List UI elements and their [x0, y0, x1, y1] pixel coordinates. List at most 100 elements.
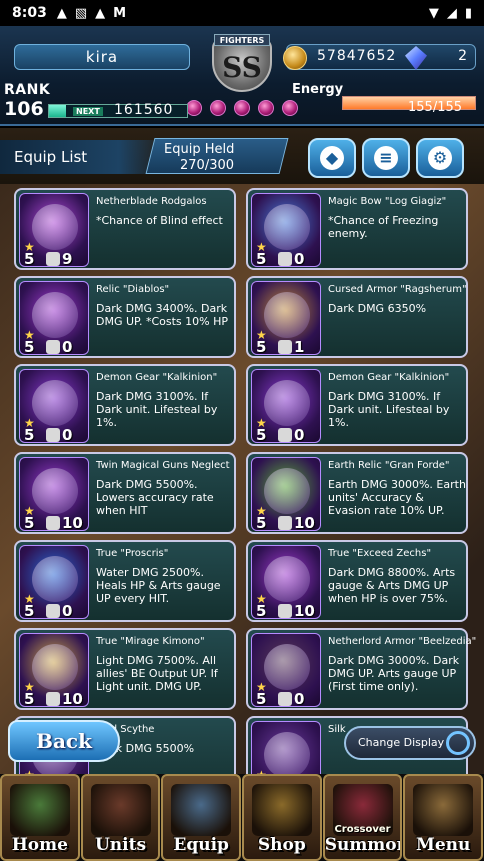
- equipment-grid[interactable]: ★ 5 9 Netherblade Rodgalos *Chance of Blind …: [0, 184, 484, 774]
- nav-label: Menu: [416, 835, 471, 855]
- equipment-name: True "Exceed Zechs": [328, 548, 432, 559]
- equipment-desc: Dark DMG 3100%. If Dark unit. Lifesteal …: [328, 390, 450, 429]
- rank-crest[interactable]: SS FIGHTERS: [186, 30, 298, 124]
- equipment-name: Cursed Armor "Ragsherum": [328, 284, 467, 295]
- nav-sublabel: Crossover: [334, 824, 391, 835]
- equipment-card[interactable]: ★ 5 9 Netherblade Rodgalos *Chance of Blind …: [14, 188, 236, 270]
- equipment-desc: Dark DMG 5500%. Lowers accuracy rate whe…: [96, 478, 214, 517]
- equip-held-label: Equip Held: [164, 142, 235, 157]
- equipment-count: 10: [62, 514, 83, 531]
- orb-icon: [186, 100, 202, 116]
- equipment-card[interactable]: ★ 5 0 Netherlord Armor "Beelzedia" Dark DMG …: [246, 628, 476, 710]
- rank-value: 106: [4, 98, 44, 120]
- equipment-rarity: 5: [24, 338, 35, 355]
- orb-icon: [210, 100, 226, 116]
- equipment-icon: [264, 644, 310, 690]
- equipment-type-icon: [278, 252, 292, 266]
- tag-button[interactable]: ◆: [308, 138, 356, 178]
- equipment-rarity: 5: [256, 514, 267, 531]
- equipment-card[interactable]: ★ 5 10 Twin Magical Guns Neglect Dark DMG 55…: [14, 452, 236, 534]
- equipment-card[interactable]: ★ 5 10 True "Exceed Zechs" Dark DMG 8800%. A…: [246, 540, 468, 622]
- equipment-type-icon: [278, 340, 292, 354]
- equipment-card[interactable]: ★ 5 0 Demon Gear "Kalkinion" Dark DMG 3100%.…: [14, 364, 236, 446]
- equipment-card[interactable]: ★ 5 10 Earth Relic "Gran Forde" Earth DMG 30…: [246, 452, 468, 534]
- status-bar: 8:03 ▲ ▧ ▲ M ▼ ◢ ▮: [0, 0, 484, 26]
- gmail-icon: M: [113, 5, 127, 21]
- equipment-rarity: 5: [24, 690, 35, 707]
- nav-equip[interactable]: Equip: [161, 774, 242, 861]
- equipment-type-icon: [278, 692, 292, 706]
- equipment-card[interactable]: ★ 5 0 True "Proscris" Water DMG 2500%. Heals…: [14, 540, 236, 622]
- status-time: 8:03: [12, 5, 47, 21]
- equipment-rarity: 5: [24, 426, 35, 443]
- equipment-name: Demon Gear "Kalkinion": [328, 372, 450, 383]
- gil-coin-icon: [283, 46, 307, 70]
- change-display-button[interactable]: Change Display: [344, 726, 476, 760]
- equipment-icon: [264, 292, 310, 338]
- nav-units-icon: [90, 784, 151, 836]
- filter-button[interactable]: ≡: [362, 138, 410, 178]
- equip-list-title: Equip List: [0, 140, 170, 174]
- equipment-desc: Light DMG 7500%. All allies' BE Output U…: [96, 654, 218, 693]
- equipment-art: ★ 5 10: [19, 633, 89, 707]
- equipment-art: ★ 5 10: [19, 457, 89, 531]
- equipment-desc: Dark DMG 8800%. Arts gauge & Arts DMG UP…: [328, 566, 456, 605]
- filter-icon: ≡: [374, 146, 398, 170]
- orb-icon: [234, 100, 250, 116]
- equipment-card[interactable]: ★ 5 0 Relic "Diablos" Dark DMG 3400%. Dark D…: [14, 276, 236, 358]
- equipment-icon: [264, 468, 310, 514]
- equipment-icon: [264, 380, 310, 426]
- nav-shop[interactable]: Shop: [242, 774, 322, 861]
- currency-bar[interactable]: 57847652 2: [283, 44, 476, 70]
- no-sim-icon: ▧: [74, 5, 88, 21]
- equipment-count: 9: [62, 250, 73, 267]
- equipment-icon: [32, 468, 78, 514]
- equipment-card[interactable]: ★ 5 0 Demon Gear "Kalkinion" Dark DMG 3100%.…: [246, 364, 468, 446]
- equipment-name: True "Proscris": [96, 548, 169, 559]
- equipment-rarity: 5: [24, 602, 35, 619]
- equipment-art: ★ 5 9: [19, 193, 89, 267]
- bottom-actions: Back Change Display: [0, 716, 484, 772]
- equipment-card[interactable]: ★ 5 1 Cursed Armor "Ragsherum" Dark DMG 6350…: [246, 276, 468, 358]
- battery-icon: ▮: [464, 5, 472, 21]
- settings-button[interactable]: ⚙: [416, 138, 464, 178]
- equipment-art: ★50: [251, 633, 321, 707]
- player-header: kira SS FIGHTERS 57847652 2 RANK 106 NEX…: [0, 26, 484, 126]
- equipment-rarity: 5: [24, 250, 35, 267]
- equipment-name: Twin Magical Guns Neglect: [96, 460, 230, 471]
- equipment-icon: [32, 204, 78, 250]
- equipment-rarity: 5: [24, 514, 35, 531]
- equipment-type-icon: [46, 692, 60, 706]
- equipment-name: Netherlord Armor "Beelzedia": [328, 636, 477, 647]
- warning-icon: ▲: [95, 5, 106, 21]
- nav-menu[interactable]: Menu: [403, 774, 484, 861]
- equipment-count: 1: [294, 338, 305, 355]
- equipment-name: True "Mirage Kimono": [96, 636, 205, 647]
- equipment-rarity: 5: [256, 426, 267, 443]
- crystal-icon: [405, 46, 427, 70]
- gear-icon: ⚙: [428, 146, 452, 170]
- equipment-desc: *Chance of Blind effect: [96, 214, 223, 227]
- equipment-type-icon: [46, 340, 60, 354]
- nav-units[interactable]: Units: [80, 774, 161, 861]
- nav-shop-icon: [252, 784, 313, 836]
- nav-label: Shop: [257, 835, 306, 855]
- equipment-count: 0: [62, 426, 73, 443]
- crest-tag: FIGHTERS: [214, 34, 270, 46]
- next-exp-value: 161560: [114, 102, 174, 118]
- equipment-desc: Dark DMG 6350%: [328, 302, 427, 315]
- equipment-card[interactable]: ★ 5 10 True "Mirage Kimono" Light DMG 7500%.…: [14, 628, 236, 710]
- player-name[interactable]: kira: [14, 44, 190, 70]
- equipment-card[interactable]: ★ 5 0 Magic Bow "Log Giagiz" *Chance of Free…: [246, 188, 468, 270]
- equipment-count: 10: [62, 690, 83, 707]
- exp-bar-fill: [49, 105, 66, 117]
- equipment-name: Demon Gear "Kalkinion": [96, 372, 218, 383]
- back-button[interactable]: Back: [8, 720, 120, 762]
- equipment-count: 0: [294, 250, 305, 267]
- equipment-count: 0: [294, 690, 305, 707]
- nav-home[interactable]: Home: [0, 774, 80, 861]
- equipment-icon: [264, 556, 310, 602]
- equipment-count: 0: [62, 338, 73, 355]
- nav-summon[interactable]: Crossover Summon: [322, 774, 403, 861]
- nav-label: Equip: [173, 835, 229, 855]
